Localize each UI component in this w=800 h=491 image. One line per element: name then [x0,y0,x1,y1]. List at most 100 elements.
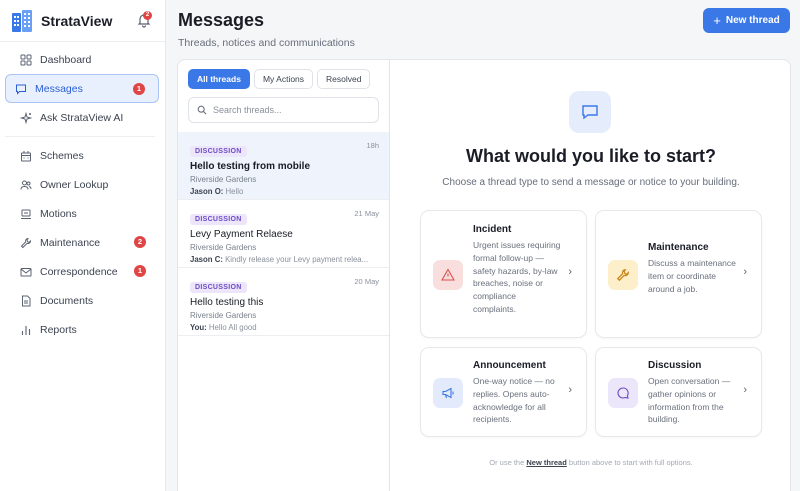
sidebar-item-label: Maintenance [40,236,101,249]
chevron-right-icon: › [743,266,747,278]
thread-item[interactable]: DISCUSSION 18h Hello testing from mobile… [178,132,389,200]
messages-panel: All threads My Actions Resolved DISCUSSI… [177,59,791,491]
sidebar-item-reports[interactable]: Reports [5,315,159,344]
footer-text: Or use the [489,458,525,467]
sidebar-nav: Dashboard Messages 1 Ask StrataView AI S… [0,42,165,344]
bar-chart-icon [21,325,31,335]
thread-item[interactable]: DISCUSSION 20 May Hello testing this Riv… [178,268,389,336]
new-thread-label: New thread [725,15,780,26]
card-title: Announcement [473,360,546,371]
thread-preview-text: Kindly release your Levy payment relea..… [225,255,369,264]
sidebar-item-label: Messages [35,82,83,95]
thread-type-tag: DISCUSSION [190,282,247,293]
start-thread-area: What would you like to start? Choose a t… [391,60,790,491]
sidebar-item-label: Owner Lookup [40,178,109,191]
wrench-icon [608,260,638,290]
thread-date: 21 May [354,209,379,218]
card-title: Maintenance [648,242,709,253]
sidebar: StrataView 2 Dashboard Messages 1 Ask St… [0,0,166,491]
thread-search [188,97,379,123]
page-subtitle: Threads, notices and communications [178,37,355,49]
thread-preview-text: Hello All good [208,323,257,332]
correspondence-count-badge: 1 [134,265,146,277]
card-description: Open conversation — gather opinions or i… [648,376,731,425]
chevron-right-icon: › [568,266,572,278]
tab-resolved[interactable]: Resolved [317,69,371,89]
tab-my-actions[interactable]: My Actions [253,69,314,89]
chat-bubble-icon [608,378,638,408]
sidebar-item-label: Schemes [40,149,84,162]
card-title: Discussion [648,360,702,371]
card-description: Urgent issues requiring formal follow-up… [473,240,561,314]
new-thread-button[interactable]: + New thread [703,8,790,33]
messages-count-badge: 1 [133,83,145,95]
search-input[interactable] [213,105,373,115]
chat-bubble-icon [569,91,611,133]
thread-preview: Jason C: Kindly release your Levy paymen… [190,255,380,264]
building-logo-icon [12,9,32,32]
thread-title: Hello testing from mobile [190,161,311,172]
tab-all-threads[interactable]: All threads [188,69,250,89]
thread-preview: Jason O: Hello [190,187,380,196]
thread-title: Hello testing this [190,297,264,308]
app-name: StrataView [41,12,113,29]
sidebar-item-owner-lookup[interactable]: Owner Lookup [5,170,159,199]
new-thread-link[interactable]: New thread [526,458,566,467]
plus-icon: + [713,13,721,28]
sidebar-item-label: Reports [40,323,77,336]
start-subtitle: Choose a thread type to send a message o… [442,177,740,188]
thread-building: Riverside Gardens [190,311,257,320]
sidebar-item-dashboard[interactable]: Dashboard [5,45,159,74]
footer-text: button above to start with full options. [568,458,693,467]
card-description: One-way notice — no replies. Opens auto-… [473,376,555,425]
sidebar-item-maintenance[interactable]: Maintenance 2 [5,228,159,257]
sidebar-item-correspondence[interactable]: Correspondence 1 [5,257,159,286]
dashboard-icon [20,54,32,65]
thread-type-tag: DISCUSSION [190,214,247,225]
thread-preview-text: Hello [225,187,244,196]
search-icon [197,105,207,115]
building-icon [21,150,31,161]
megaphone-icon [433,378,463,408]
announcement-card[interactable]: Announcement One-way notice — no replies… [420,347,587,437]
sidebar-item-label: Documents [40,294,94,307]
card-title: Incident [473,224,512,235]
mail-icon [20,267,32,276]
thread-author: You: [190,323,207,332]
thread-list: DISCUSSION 18h Hello testing from mobile… [178,132,389,336]
sidebar-item-label: Correspondence [40,265,118,278]
thread-author: Jason O: [190,187,224,196]
thread-building: Riverside Gardens [190,243,257,252]
sidebar-item-label: Motions [40,207,77,220]
users-icon [20,180,32,190]
thread-title: Levy Payment Relaese [190,229,293,240]
wrench-icon [20,237,32,248]
thread-list-column: All threads My Actions Resolved DISCUSSI… [178,60,390,491]
thread-item[interactable]: DISCUSSION 21 May Levy Payment Relaese R… [178,200,389,268]
discussion-card[interactable]: Discussion Open conversation — gather op… [595,347,762,437]
sidebar-divider [5,136,155,137]
page-title: Messages [178,10,265,30]
chevron-right-icon: › [568,384,572,396]
thread-building: Riverside Gardens [190,175,257,184]
thread-preview: You: Hello All good [190,323,380,332]
thread-filter-tabs: All threads My Actions Resolved [188,69,371,89]
maintenance-count-badge: 2 [134,236,146,248]
thread-date: 20 May [354,277,379,286]
notification-badge: 2 [143,11,152,20]
thread-author: Jason C: [190,255,223,264]
start-title: What would you like to start? [465,146,716,166]
chevron-right-icon: › [743,384,747,396]
sidebar-item-motions[interactable]: Motions [5,199,159,228]
sparkle-icon [20,111,32,124]
sidebar-item-schemes[interactable]: Schemes [5,141,159,170]
sidebar-item-messages[interactable]: Messages 1 [5,74,159,103]
sidebar-item-label: Dashboard [40,53,92,66]
sidebar-item-label: Ask StrataView AI [40,111,124,124]
sidebar-item-ask-ai[interactable]: Ask StrataView AI [5,103,159,132]
maintenance-card[interactable]: Maintenance Discuss a maintenance item o… [595,210,762,338]
incident-card[interactable]: Incident Urgent issues requiring formal … [420,210,587,338]
footer-hint: Or use the New thread button above to st… [391,458,790,467]
sidebar-item-documents[interactable]: Documents [5,286,159,315]
thread-type-tag: DISCUSSION [190,146,247,157]
